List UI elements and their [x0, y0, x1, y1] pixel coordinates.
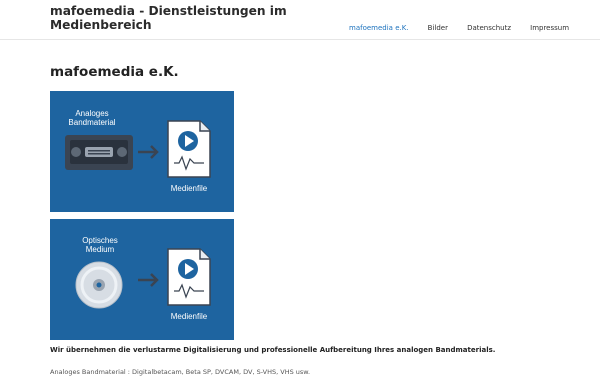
disc-to-file-graphic: Optisches Medium Medienfile: [50, 219, 234, 340]
arrow-right-icon: [138, 273, 159, 287]
panel-1-label-line1: Analoges: [75, 109, 108, 118]
panel-2-target-label: Medienfile: [171, 312, 208, 321]
site-header: mafoemedia - Dienstleistungen im Medienb…: [0, 0, 600, 40]
nav-item-impressum[interactable]: Impressum: [530, 24, 569, 32]
page-title: mafoemedia e.K.: [50, 64, 179, 80]
panel-2-label-line1: Optisches: [82, 236, 118, 245]
arrow-right-icon: [138, 145, 159, 159]
intro-text: Wir übernehmen die verlustarme Digitalis…: [50, 346, 496, 354]
panel-1-label-line2: Bandmaterial: [68, 118, 115, 127]
optical-disc-icon: [75, 261, 123, 309]
vhs-cassette-icon: [65, 135, 133, 170]
nav-item-bilder[interactable]: Bilder: [428, 24, 448, 32]
panel-2-label-line2: Medium: [86, 245, 115, 254]
panel-1-target-label: Medienfile: [171, 184, 208, 193]
media-file-play-icon: [167, 248, 211, 306]
main-nav: mafoemedia e.K. Bilder Datenschutz Impre…: [349, 15, 583, 34]
nav-item-home[interactable]: mafoemedia e.K.: [349, 24, 409, 32]
tape-to-file-graphic: Analoges Bandmaterial Medienfile: [50, 91, 234, 212]
site-title[interactable]: mafoemedia - Dienstleistungen im Medienb…: [50, 4, 300, 32]
nav-item-datenschutz[interactable]: Datenschutz: [467, 24, 511, 32]
media-file-play-icon: [167, 120, 211, 178]
